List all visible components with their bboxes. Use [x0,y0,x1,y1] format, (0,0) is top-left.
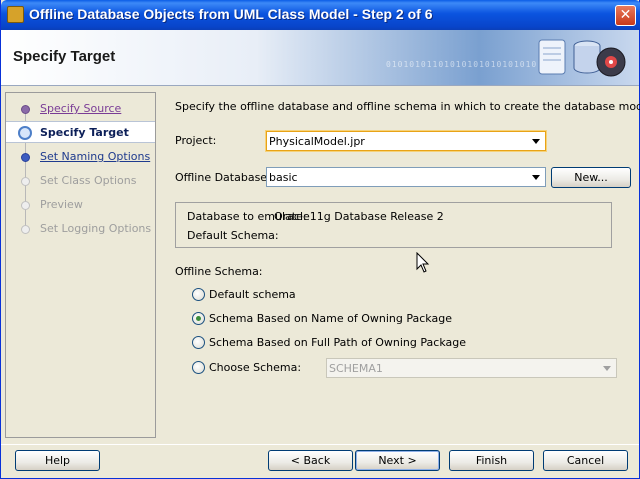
project-value: PhysicalModel.jpr [269,135,365,148]
radio-label: Choose Schema: [209,361,302,374]
radio-label: Schema Based on Name of Owning Package [209,312,452,325]
step-label: Set Naming Options [40,150,151,163]
title-bar[interactable]: Offline Database Objects from UML Class … [1,0,640,30]
wizard-steps-nav: Specify Source Specify Target Set Naming… [5,92,156,438]
offline-database-value: basic [269,171,298,184]
step-bullet-icon [21,105,30,114]
radio-label: Schema Based on Full Path of Owning Pack… [209,336,466,349]
step-set-naming-options[interactable]: Set Naming Options [6,146,155,168]
step-set-logging-options: Set Logging Options [6,218,155,240]
offline-database-combo[interactable]: basic [266,167,546,187]
step-specify-source[interactable]: Specify Source [6,98,155,120]
step-preview: Preview [6,194,155,216]
choose-schema-combo: SCHEMA1 [326,358,617,378]
next-button[interactable]: Next > [355,450,440,471]
new-database-button[interactable]: New... [551,167,631,188]
close-button[interactable]: ✕ [615,5,636,26]
help-button[interactable]: Help [15,450,100,471]
offline-database-label: Offline Database: [175,171,271,184]
step-bullet-icon [21,225,30,234]
wizard-window: Offline Database Objects from UML Class … [0,0,640,479]
step-set-class-options: Set Class Options [6,170,155,192]
page-title: Specify Target [13,48,116,65]
chevron-down-icon [603,366,611,371]
step-specify-target[interactable]: Specify Target [6,121,155,143]
project-label: Project: [175,134,217,147]
chevron-down-icon[interactable] [532,139,540,144]
step-label: Specify Target [40,126,129,139]
project-combo[interactable]: PhysicalModel.jpr [266,131,546,151]
choose-schema-value: SCHEMA1 [329,362,383,375]
footer-divider [1,444,639,445]
radio-label: Default schema [209,288,296,301]
step-bullet-icon [21,177,30,186]
mouse-cursor-icon [416,252,430,273]
step-current-icon [18,126,32,140]
step-label: Set Logging Options [40,222,152,235]
finish-button[interactable]: Finish [449,450,534,471]
step-label: Set Class Options [40,174,137,187]
cancel-button[interactable]: Cancel [543,450,628,471]
step-bullet-icon [21,153,30,162]
default-schema-label: Default Schema: [187,229,279,242]
chevron-down-icon[interactable] [532,175,540,180]
wizard-header: Specify Target 0101010110101010101010101… [1,30,639,86]
step-description: Specify the offline database and offline… [175,100,640,113]
step-label: Specify Source [40,102,122,115]
radio-circle[interactable] [192,312,205,325]
radio-circle[interactable] [192,288,205,301]
offline-schema-label: Offline Schema: [175,265,263,278]
app-icon [7,6,24,23]
window-title: Offline Database Objects from UML Class … [29,6,433,22]
database-graphic-icon [538,39,626,77]
binary-decoration: 01010101101010101010101010 [386,60,538,69]
radio-circle[interactable] [192,336,205,349]
radio-circle[interactable] [192,361,205,374]
step-bullet-icon [21,201,30,210]
step-label: Preview [40,198,83,211]
database-info-box: Database to emulate: Oracle11g Database … [175,202,612,248]
back-button[interactable]: < Back [268,450,353,471]
db-to-emulate-value: Oracle11g Database Release 2 [274,210,444,223]
